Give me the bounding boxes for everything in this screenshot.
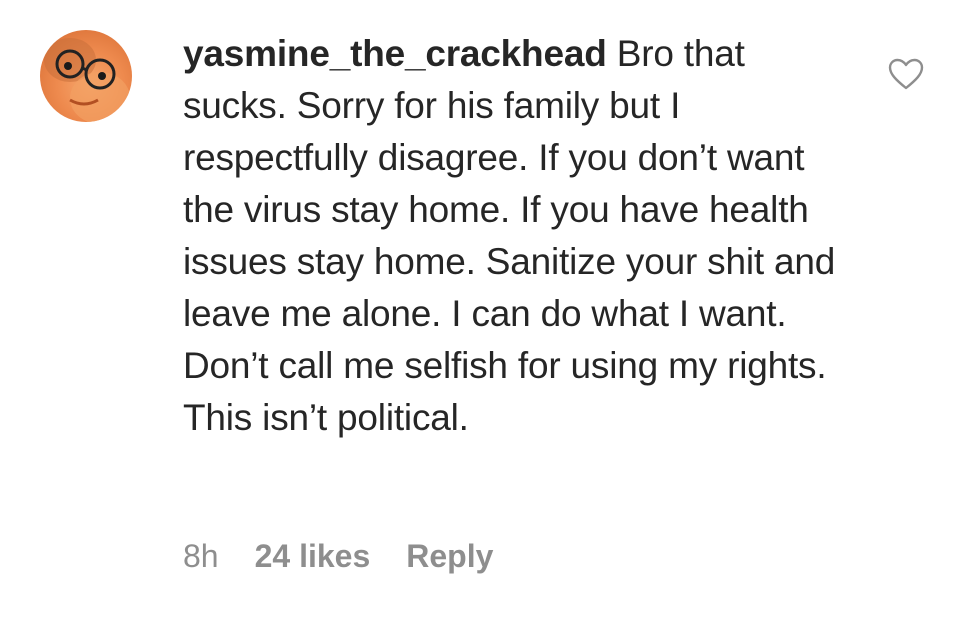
avatar[interactable] (40, 30, 132, 122)
heart-icon[interactable] (888, 58, 924, 90)
comment-likes-count[interactable]: 24 likes (255, 538, 371, 575)
comment-meta: 8h 24 likes Reply (183, 538, 493, 575)
comment-text: Bro that sucks. Sorry for his family but… (183, 33, 836, 438)
comment-username[interactable]: yasmine_the_crackhead (183, 33, 607, 74)
comment-body: yasmine_the_crackhead Bro that sucks. So… (183, 28, 843, 444)
avatar-photo (44, 38, 130, 122)
reply-button[interactable]: Reply (406, 538, 493, 575)
comment-timestamp[interactable]: 8h (183, 538, 219, 575)
comment-item: yasmine_the_crackhead Bro that sucks. So… (0, 0, 958, 632)
